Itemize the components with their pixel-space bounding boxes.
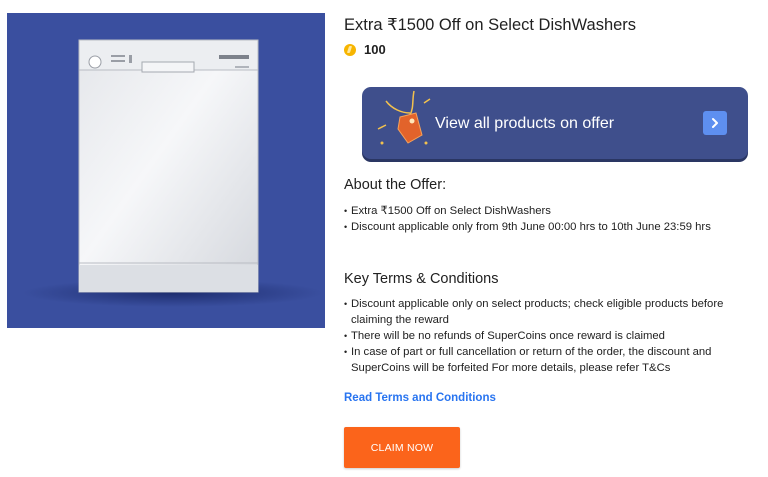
list-item-continuation: SuperCoins will be forfeited For more de… (351, 362, 671, 374)
supercoin-icon (344, 43, 356, 56)
key-terms-heading: Key Terms & Conditions (344, 271, 499, 287)
list-item: Discount applicable only from 9th June 0… (344, 219, 711, 235)
supercoin-cost: 100 (344, 42, 386, 57)
list-item: There will be no refunds of SuperCoins o… (344, 328, 754, 344)
view-all-products-banner[interactable]: View all products on offer (362, 87, 748, 159)
about-offer-list: Extra ₹1500 Off on Select DishWashers Di… (344, 203, 711, 235)
about-offer-heading: About the Offer: (344, 177, 447, 193)
offer-page: Extra ₹1500 Off on Select DishWashers 10… (0, 0, 768, 477)
list-item: Discount applicable only on select produ… (344, 296, 754, 312)
list-item: In case of part or full cancellation or … (344, 344, 754, 360)
supercoin-count: 100 (364, 42, 386, 57)
dishwasher-image (7, 13, 325, 328)
claim-now-button[interactable]: CLAIM NOW (344, 427, 460, 468)
list-item: Extra ₹1500 Off on Select DishWashers (344, 203, 711, 219)
key-terms-list: Discount applicable only on select produ… (344, 296, 754, 376)
offer-title: Extra ₹1500 Off on Select DishWashers (344, 16, 637, 34)
chevron-right-icon[interactable] (703, 111, 727, 135)
dishwasher-illustration (23, 39, 323, 307)
view-all-products-label: View all products on offer (435, 115, 615, 132)
read-terms-link[interactable]: Read Terms and Conditions (344, 392, 496, 404)
list-item-continuation: claiming the reward (351, 314, 449, 326)
offer-tag-illustration (377, 90, 431, 145)
